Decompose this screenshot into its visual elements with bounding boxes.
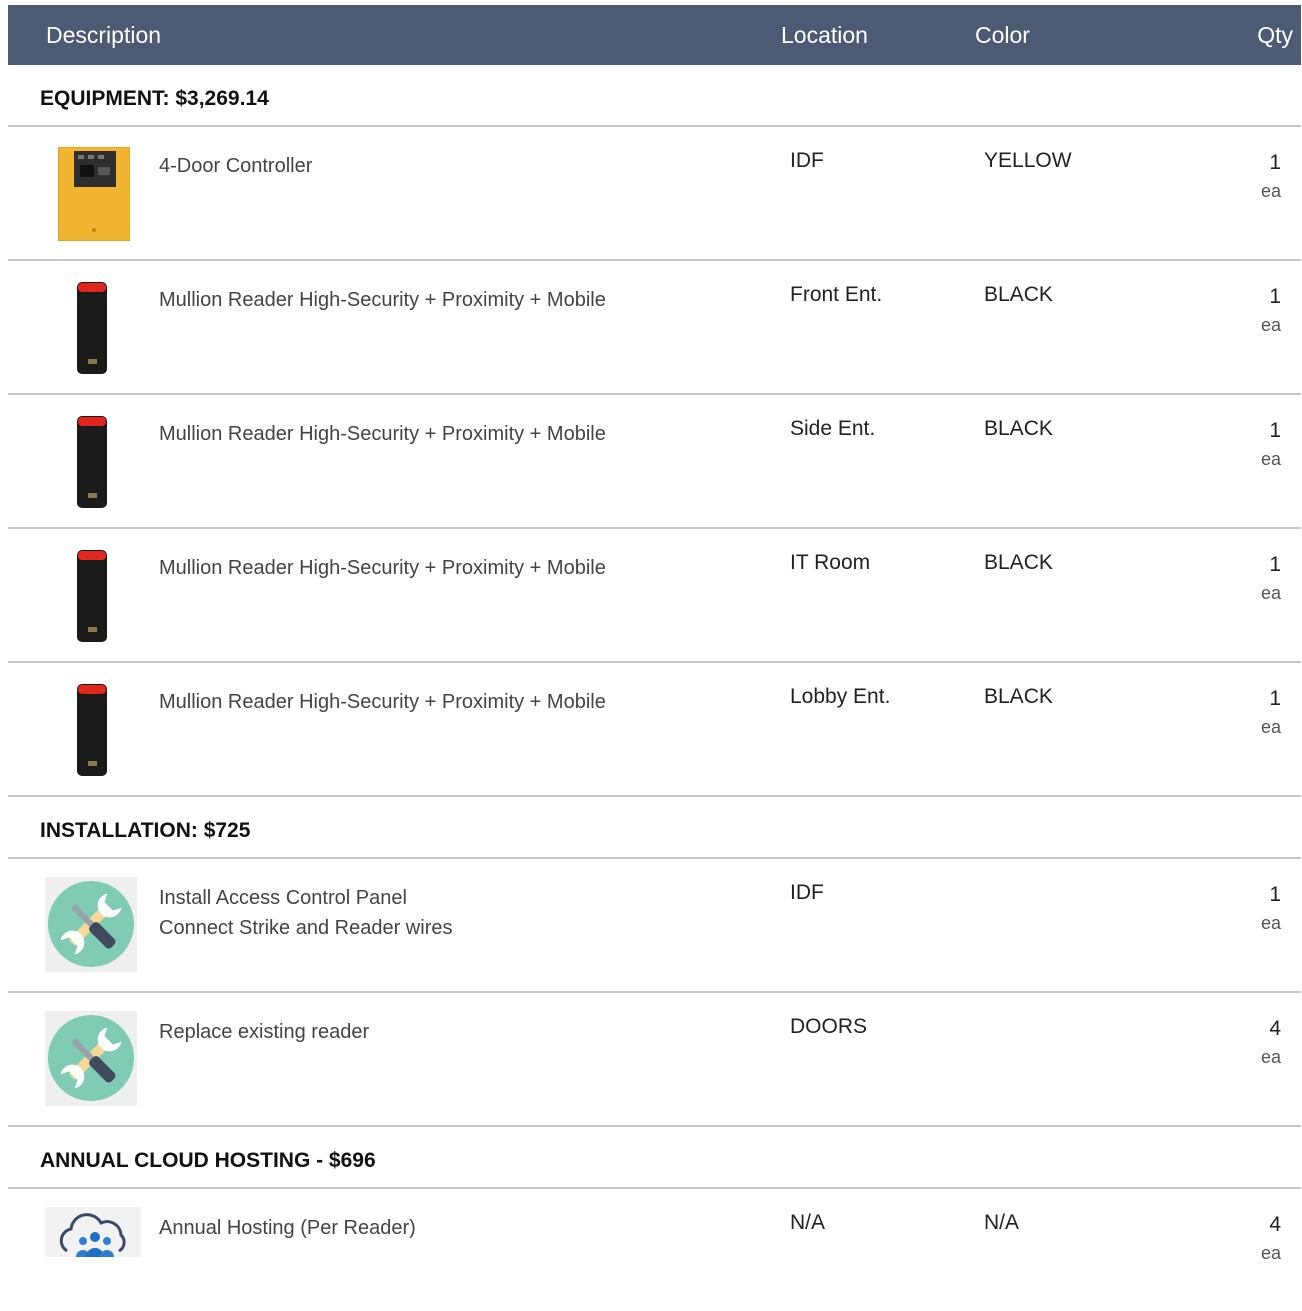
item-location: IDF xyxy=(790,149,824,172)
item-description: Install Access Control Panel Connect Str… xyxy=(159,883,452,943)
section-hosting: ANNUAL CLOUD HOSTING - $696 xyxy=(8,1127,1301,1189)
qty-unit: ea xyxy=(1260,913,1281,933)
header-location: Location xyxy=(781,22,868,48)
header-description: Description xyxy=(46,22,162,48)
card-reader-icon xyxy=(76,281,108,375)
header-color: Color xyxy=(975,22,1030,48)
qty-value: 1 xyxy=(1269,419,1281,442)
item-location: Front Ent. xyxy=(790,283,883,306)
qty-value: 1 xyxy=(1269,151,1281,174)
card-reader-icon xyxy=(76,415,108,509)
qty-value: 1 xyxy=(1269,687,1281,710)
item-location: Lobby Ent. xyxy=(790,685,891,708)
qty-unit: ea xyxy=(1260,315,1281,335)
qty-unit: ea xyxy=(1260,1047,1281,1067)
table-row: Replace existing reader DOORS 4 ea xyxy=(8,993,1301,1127)
item-description: Mullion Reader High-Security + Proximity… xyxy=(159,423,606,445)
qty-value: 4 xyxy=(1269,1017,1281,1040)
item-color: YELLOW xyxy=(984,149,1072,172)
section-title: INSTALLATION: $725 xyxy=(40,819,251,842)
item-color: N/A xyxy=(984,1211,1020,1234)
table-row: Install Access Control Panel Connect Str… xyxy=(8,859,1301,993)
item-qty: 1 ea xyxy=(1261,149,1281,205)
section-title: ANNUAL CLOUD HOSTING - $696 xyxy=(40,1149,376,1172)
table-row: Annual Hosting (Per Reader) N/A N/A 4 ea xyxy=(8,1189,1301,1289)
item-location: IDF xyxy=(790,881,824,904)
section-installation: INSTALLATION: $725 xyxy=(8,797,1301,859)
qty-unit: ea xyxy=(1260,1243,1281,1263)
item-location: Side Ent. xyxy=(790,417,876,440)
tools-icon xyxy=(45,877,137,972)
qty-value: 1 xyxy=(1269,285,1281,308)
description-line-1: Install Access Control Panel xyxy=(159,887,407,909)
item-qty: 4 ea xyxy=(1261,1211,1281,1267)
item-color: BLACK xyxy=(984,283,1053,306)
table-row: Mullion Reader High-Security + Proximity… xyxy=(8,529,1301,663)
qty-unit: ea xyxy=(1260,449,1281,469)
item-description: Mullion Reader High-Security + Proximity… xyxy=(159,557,606,579)
item-description: Mullion Reader High-Security + Proximity… xyxy=(159,691,606,713)
qty-value: 1 xyxy=(1269,553,1281,576)
item-qty: 1 ea xyxy=(1261,685,1281,741)
cloud-users-icon xyxy=(45,1207,141,1257)
item-qty: 1 ea xyxy=(1261,283,1281,339)
quote-table: Description Location Color Qty EQUIPMENT… xyxy=(8,5,1301,1289)
item-location: N/A xyxy=(790,1211,826,1234)
table-row: 4-Door Controller IDF YELLOW 1 ea xyxy=(8,127,1301,261)
item-description: Replace existing reader xyxy=(159,1021,370,1043)
table-row: Mullion Reader High-Security + Proximity… xyxy=(8,663,1301,797)
item-description: 4-Door Controller xyxy=(159,155,313,177)
item-description: Annual Hosting (Per Reader) xyxy=(159,1217,416,1239)
qty-value: 1 xyxy=(1269,883,1281,906)
table-row: Mullion Reader High-Security + Proximity… xyxy=(8,395,1301,529)
qty-unit: ea xyxy=(1260,717,1281,737)
item-qty: 1 ea xyxy=(1261,881,1281,937)
tools-icon xyxy=(45,1011,137,1106)
controller-panel-icon xyxy=(57,146,131,242)
description-line-2: Connect Strike and Reader wires xyxy=(159,917,453,939)
section-equipment: EQUIPMENT: $3,269.14 xyxy=(8,65,1301,127)
item-location: DOORS xyxy=(790,1015,868,1038)
item-color: BLACK xyxy=(984,685,1053,708)
card-reader-icon xyxy=(76,683,108,777)
qty-value: 4 xyxy=(1269,1213,1281,1236)
table-row: Mullion Reader High-Security + Proximity… xyxy=(8,261,1301,395)
qty-unit: ea xyxy=(1260,583,1281,603)
item-qty: 1 ea xyxy=(1261,417,1281,473)
item-qty: 1 ea xyxy=(1261,551,1281,607)
item-color: BLACK xyxy=(984,551,1053,574)
item-color: BLACK xyxy=(984,417,1053,440)
table-header: Description Location Color Qty xyxy=(8,5,1301,65)
card-reader-icon xyxy=(76,549,108,643)
item-qty: 4 ea xyxy=(1261,1015,1281,1071)
section-title: EQUIPMENT: $3,269.14 xyxy=(40,87,269,110)
qty-unit: ea xyxy=(1260,181,1281,201)
item-location: IT Room xyxy=(790,551,871,574)
item-description: Mullion Reader High-Security + Proximity… xyxy=(159,289,606,311)
header-qty: Qty xyxy=(1257,22,1293,48)
